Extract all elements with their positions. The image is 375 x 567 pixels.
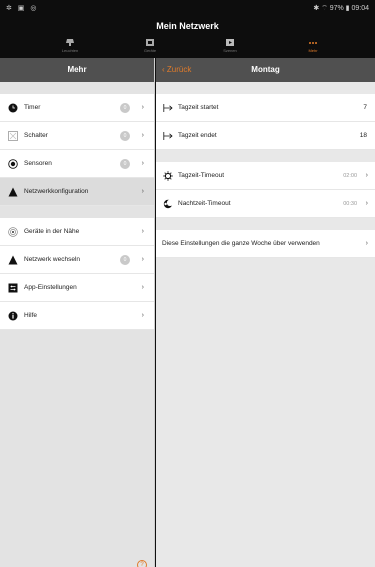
moon-icon xyxy=(163,199,173,209)
chevron-right-icon: › xyxy=(365,200,368,207)
sidebar-item-label: Schalter xyxy=(24,132,48,139)
clock-icon xyxy=(8,103,18,113)
night-timeout-label: Nachtzeit-Timeout xyxy=(178,200,231,207)
day-timeout-row[interactable]: Tagzeit-Timeout 02:00 › xyxy=(156,162,375,190)
day-end-label: Tagzeit endet xyxy=(178,132,217,139)
chevron-right-icon: › xyxy=(141,312,144,319)
tab-label: Geräte xyxy=(143,48,157,53)
tab-bar: Leuchten Geräte Szenen Mehr xyxy=(0,36,375,58)
day-timeout-value: 02:00 xyxy=(343,173,357,179)
tab-leuchten[interactable]: Leuchten xyxy=(25,36,115,58)
settings-icon xyxy=(8,283,18,293)
sidebar-item-netzwerkkonfiguration[interactable]: Netzwerkkonfiguration › xyxy=(0,178,154,206)
day-end-row[interactable]: Tagzeit endet 18 xyxy=(156,122,375,150)
count-badge: 0 xyxy=(120,255,130,265)
page-title: Montag xyxy=(251,65,280,74)
sidebar-group-devices: Timer 0 › Schalter 0 › Sensoren 0 › Netz… xyxy=(0,94,154,206)
lamp-icon xyxy=(66,39,74,46)
sidebar-item-label: Netzwerkkonfiguration xyxy=(24,188,89,195)
night-timeout-row[interactable]: Nachtzeit-Timeout 00:30 › xyxy=(156,190,375,218)
more-icon xyxy=(309,42,317,44)
network-icon xyxy=(8,187,18,197)
night-timeout-value: 00:30 xyxy=(343,201,357,207)
network-switch-icon xyxy=(8,255,18,265)
arrow-right-bar-icon xyxy=(163,104,173,112)
chevron-right-icon: › xyxy=(365,240,368,247)
sidebar-item-label: Sensoren xyxy=(24,160,52,167)
chevron-right-icon: › xyxy=(141,256,144,263)
sidebar-item-timer[interactable]: Timer 0 › xyxy=(0,94,154,122)
status-bar: ✲ ▣ ◎ ✱ ⌔ 97% ▮ 09:04 xyxy=(0,0,375,16)
more-sidebar: Mehr Timer 0 › Schalter 0 › Sensoren 0 ›… xyxy=(0,58,155,567)
timeout-group: Tagzeit-Timeout 02:00 › Nachtzeit-Timeou… xyxy=(156,162,375,218)
count-badge: 0 xyxy=(120,103,130,113)
sidebar-item-geraete-in-der-naehe[interactable]: Geräte in der Nähe › xyxy=(0,218,154,246)
apply-week-group: Diese Einstellungen die ganze Woche über… xyxy=(156,230,375,258)
sidebar-title: Mehr xyxy=(0,58,154,82)
chevron-right-icon: › xyxy=(141,228,144,235)
day-end-value: 18 xyxy=(359,132,367,139)
tab-label: Szenen xyxy=(223,48,237,53)
app-title: Mein Netzwerk xyxy=(0,16,375,36)
tab-geraete[interactable]: Geräte xyxy=(105,36,195,58)
day-time-group: Tagzeit startet 7 Tagzeit endet 18 xyxy=(156,94,375,150)
detail-pane: ‹ Zurück Montag Tagzeit startet 7 Tagzei… xyxy=(156,58,375,567)
chevron-right-icon: › xyxy=(141,160,144,167)
tab-label: Mehr xyxy=(308,48,318,53)
switch-icon xyxy=(8,131,18,141)
sidebar-group-app: Geräte in der Nähe › Netzwerk wechseln 0… xyxy=(0,218,154,330)
device-icon xyxy=(146,39,154,46)
sensor-icon xyxy=(8,159,18,169)
arrow-right-bar-icon xyxy=(163,132,173,140)
count-badge: 0 xyxy=(120,159,130,169)
sidebar-item-sensoren[interactable]: Sensoren 0 › xyxy=(0,150,154,178)
count-badge: 0 xyxy=(120,131,130,141)
day-start-row[interactable]: Tagzeit startet 7 xyxy=(156,94,375,122)
chevron-right-icon: › xyxy=(141,104,144,111)
scene-icon xyxy=(226,39,234,46)
tab-mehr[interactable]: Mehr xyxy=(268,36,358,58)
day-start-label: Tagzeit startet xyxy=(178,104,219,111)
sidebar-item-app-einstellungen[interactable]: App-Einstellungen › xyxy=(0,274,154,302)
apply-whole-week-row[interactable]: Diese Einstellungen die ganze Woche über… xyxy=(156,230,375,258)
chevron-right-icon: › xyxy=(141,132,144,139)
status-icons-left: ✲ ▣ ◎ xyxy=(6,5,39,12)
chevron-right-icon: › xyxy=(365,172,368,179)
tab-label: Leuchten xyxy=(61,48,79,53)
sidebar-item-label: Geräte in der Nähe xyxy=(24,228,80,235)
chevron-right-icon: › xyxy=(141,284,144,291)
help-icon[interactable]: ? xyxy=(137,560,147,567)
sidebar-item-label: Netzwerk wechseln xyxy=(24,256,80,263)
chevron-right-icon: › xyxy=(141,188,144,195)
day-timeout-label: Tagzeit-Timeout xyxy=(178,172,224,179)
nearby-icon xyxy=(8,227,18,237)
sidebar-item-netzwerk-wechseln[interactable]: Netzwerk wechseln 0 › xyxy=(0,246,154,274)
sidebar-item-label: Hilfe xyxy=(24,312,38,319)
sidebar-item-hilfe[interactable]: Hilfe › xyxy=(0,302,154,330)
sidebar-item-label: App-Einstellungen xyxy=(24,284,77,291)
sidebar-item-label: Timer xyxy=(24,104,41,111)
sun-icon xyxy=(163,171,173,181)
day-start-value: 7 xyxy=(363,104,367,111)
detail-header: ‹ Zurück Montag xyxy=(156,58,375,82)
sidebar-item-schalter[interactable]: Schalter 0 › xyxy=(0,122,154,150)
apply-whole-week-label: Diese Einstellungen die ganze Woche über… xyxy=(162,240,320,247)
status-icons-right: ✱ ⌔ 97% ▮ 09:04 xyxy=(313,5,369,12)
tab-szenen[interactable]: Szenen xyxy=(185,36,275,58)
info-icon xyxy=(8,311,18,321)
